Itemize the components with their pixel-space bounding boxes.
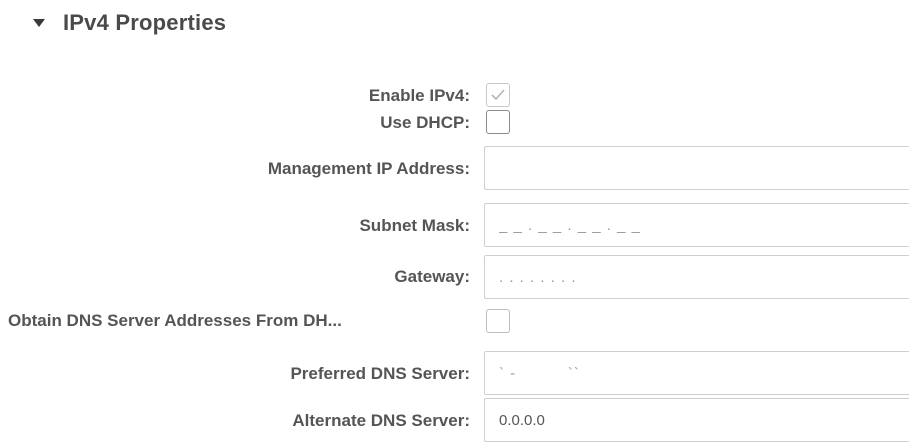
preferred-dns-input[interactable] xyxy=(484,351,909,395)
obtain-dns-checkbox[interactable] xyxy=(486,309,510,333)
preferred-dns-label: Preferred DNS Server: xyxy=(290,364,470,383)
enable-ipv4-label: Enable IPv4: xyxy=(368,86,470,105)
management-ip-label: Management IP Address: xyxy=(267,159,470,178)
alternate-dns-input[interactable] xyxy=(484,398,909,442)
gateway-label: Gateway: xyxy=(394,267,470,286)
subnet-mask-label: Subnet Mask: xyxy=(359,216,470,235)
subnet-mask-input[interactable] xyxy=(484,203,909,247)
management-ip-input[interactable] xyxy=(484,146,909,190)
use-dhcp-label: Use DHCP: xyxy=(380,113,470,132)
gateway-input[interactable] xyxy=(484,255,909,299)
enable-ipv4-checkbox[interactable] xyxy=(486,83,510,107)
ipv4-properties-toggle[interactable]: IPv4 Properties xyxy=(33,6,226,40)
caret-down-icon xyxy=(33,19,45,27)
alternate-dns-label: Alternate DNS Server: xyxy=(292,411,470,430)
use-dhcp-checkbox[interactable] xyxy=(486,110,510,134)
checkmark-icon xyxy=(491,89,505,101)
section-title: IPv4 Properties xyxy=(63,10,227,35)
obtain-dns-label: Obtain DNS Server Addresses From DH... xyxy=(8,311,342,330)
